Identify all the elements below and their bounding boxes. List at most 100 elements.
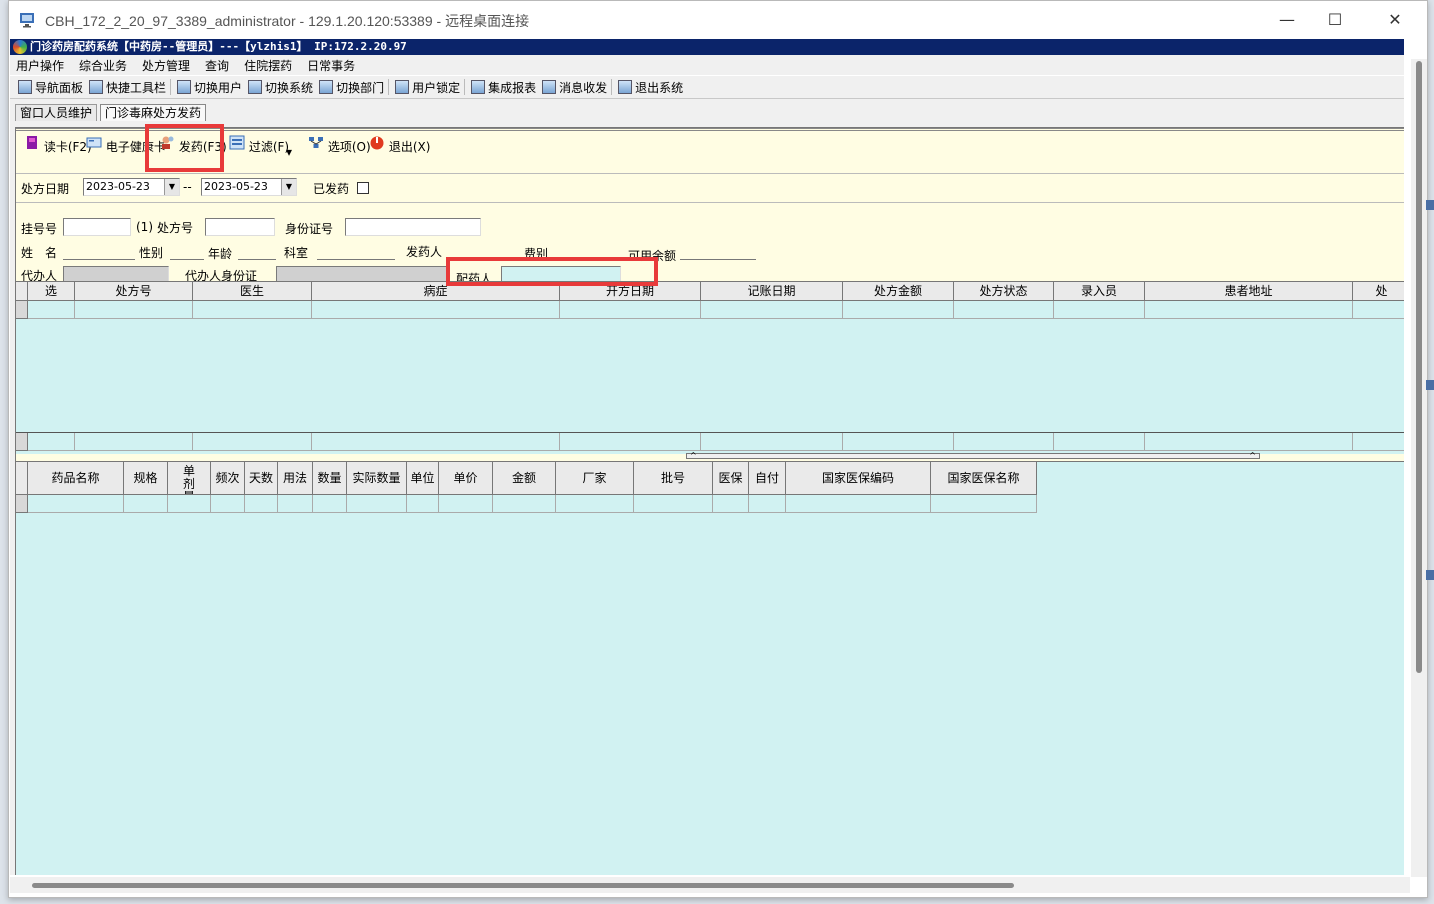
date-from-picker[interactable]: 2023-05-23 ▼ bbox=[83, 178, 180, 196]
menu-inpatient[interactable]: 住院摆药 bbox=[244, 57, 292, 74]
table-cell[interactable] bbox=[786, 495, 931, 513]
col-patient-address[interactable]: 患者地址 bbox=[1145, 282, 1353, 301]
id-no-input[interactable] bbox=[345, 218, 481, 236]
toolbar-shortcut-tools[interactable]: 快捷工具栏 bbox=[89, 79, 172, 96]
rx-no-input[interactable] bbox=[205, 218, 275, 236]
table-cell[interactable] bbox=[843, 301, 954, 319]
table-cell[interactable] bbox=[439, 495, 493, 513]
menu-integrated[interactable]: 综合业务 bbox=[79, 57, 127, 74]
menu-query[interactable]: 查询 bbox=[205, 57, 229, 74]
sex-field[interactable] bbox=[170, 242, 204, 260]
toolbar-exit-system[interactable]: 退出系统 bbox=[618, 79, 683, 96]
date-to-picker[interactable]: 2023-05-23 ▼ bbox=[201, 178, 297, 196]
col-self-pay[interactable]: 自付 bbox=[749, 462, 786, 495]
col-actual-quantity[interactable]: 实际数量 bbox=[347, 462, 407, 495]
table-cell[interactable] bbox=[634, 495, 713, 513]
col-select[interactable]: 选 bbox=[28, 282, 75, 301]
remote-desktop-icon bbox=[20, 13, 34, 28]
table-cell[interactable] bbox=[278, 495, 313, 513]
table-cell[interactable] bbox=[931, 495, 1037, 513]
col-quantity[interactable]: 数量 bbox=[313, 462, 347, 495]
dispensed-checkbox[interactable] bbox=[357, 182, 369, 194]
age-field[interactable] bbox=[238, 242, 276, 260]
col-more[interactable]: 处 bbox=[1353, 282, 1404, 301]
read-card-button[interactable]: 读卡(F2) bbox=[24, 135, 92, 155]
row-header[interactable] bbox=[16, 301, 28, 319]
col-unit-price[interactable]: 单价 bbox=[439, 462, 493, 495]
table-cell[interactable] bbox=[954, 301, 1054, 319]
col-days[interactable]: 天数 bbox=[245, 462, 278, 495]
minimize-button[interactable]: — bbox=[1267, 7, 1307, 33]
col-spec[interactable]: 规格 bbox=[124, 462, 168, 495]
col-amount[interactable]: 金额 bbox=[493, 462, 556, 495]
filter-dropdown-arrow[interactable]: ▾ bbox=[286, 145, 292, 159]
table-cell[interactable] bbox=[75, 301, 193, 319]
col-account-date[interactable]: 记账日期 bbox=[701, 282, 843, 301]
table-cell[interactable] bbox=[211, 495, 245, 513]
col-entry-clerk[interactable]: 录入员 bbox=[1054, 282, 1145, 301]
table-cell[interactable] bbox=[193, 301, 312, 319]
table-cell[interactable] bbox=[1145, 301, 1353, 319]
dept-field[interactable] bbox=[317, 242, 395, 260]
table-cell[interactable] bbox=[168, 495, 211, 513]
chevron-down-icon[interactable]: ▼ bbox=[164, 179, 179, 195]
close-button[interactable]: ✕ bbox=[1375, 7, 1415, 33]
table-cell[interactable] bbox=[313, 495, 347, 513]
toolbar-navigation-panel[interactable]: 导航面板 bbox=[18, 79, 83, 96]
reg-no-input[interactable] bbox=[63, 218, 131, 236]
col-drug-name[interactable]: 药品名称 bbox=[28, 462, 124, 495]
filter-button[interactable]: 过滤(F) bbox=[229, 135, 289, 155]
col-batch-no[interactable]: 批号 bbox=[634, 462, 713, 495]
col-rx-no[interactable]: 处方号 bbox=[75, 282, 193, 301]
table-cell[interactable] bbox=[312, 301, 560, 319]
table-cell[interactable] bbox=[493, 495, 556, 513]
toolbar-switch-department[interactable]: 切换部门 bbox=[319, 79, 390, 96]
name-field[interactable] bbox=[63, 242, 135, 260]
table-cell[interactable] bbox=[749, 495, 786, 513]
options-button[interactable]: 选项(O) bbox=[308, 135, 371, 155]
tab-narcotic-dispense[interactable]: 门诊毒麻处方发药 bbox=[100, 104, 207, 121]
table-cell[interactable] bbox=[560, 301, 701, 319]
table-cell[interactable] bbox=[28, 495, 124, 513]
chevron-down-icon[interactable]: ▼ bbox=[281, 179, 296, 195]
col-rx-status[interactable]: 处方状态 bbox=[954, 282, 1054, 301]
balance-field[interactable] bbox=[680, 242, 756, 260]
table-cell[interactable] bbox=[556, 495, 634, 513]
table-cell[interactable] bbox=[245, 495, 278, 513]
vertical-scrollbar[interactable] bbox=[1411, 59, 1427, 877]
scrollbar-thumb[interactable] bbox=[1416, 61, 1422, 673]
table-cell[interactable] bbox=[347, 495, 407, 513]
col-national-code[interactable]: 国家医保编码 bbox=[786, 462, 931, 495]
col-rx-amount[interactable]: 处方金额 bbox=[843, 282, 954, 301]
toolbar-switch-system[interactable]: 切换系统 bbox=[248, 79, 313, 96]
row-header[interactable] bbox=[16, 495, 28, 513]
toolbar-message[interactable]: 消息收发 bbox=[542, 79, 613, 96]
col-single-dose[interactable]: 单剂量 bbox=[168, 462, 211, 495]
menu-daily[interactable]: 日常事务 bbox=[307, 57, 355, 74]
table-cell[interactable] bbox=[701, 301, 843, 319]
col-usage[interactable]: 用法 bbox=[278, 462, 313, 495]
toolbar-user-lock[interactable]: 用户锁定 bbox=[395, 79, 466, 96]
table-cell[interactable] bbox=[1054, 301, 1145, 319]
table-cell[interactable] bbox=[124, 495, 168, 513]
col-national-name[interactable]: 国家医保名称 bbox=[931, 462, 1037, 495]
table-cell[interactable] bbox=[1353, 301, 1404, 319]
tab-window-staff[interactable]: 窗口人员维护 bbox=[15, 104, 98, 121]
col-doctor[interactable]: 医生 bbox=[193, 282, 312, 301]
scrollbar-thumb[interactable] bbox=[32, 883, 1014, 888]
col-insurance[interactable]: 医保 bbox=[713, 462, 749, 495]
toolbar-switch-user[interactable]: 切换用户 bbox=[177, 79, 242, 96]
col-frequency[interactable]: 频次 bbox=[211, 462, 245, 495]
menu-prescription[interactable]: 处方管理 bbox=[142, 57, 190, 74]
table-cell[interactable] bbox=[713, 495, 749, 513]
col-manufacturer[interactable]: 厂家 bbox=[556, 462, 634, 495]
grid-splitter[interactable]: ^ ^ bbox=[686, 452, 1260, 460]
table-cell[interactable] bbox=[407, 495, 439, 513]
maximize-button[interactable]: ☐ bbox=[1315, 7, 1355, 33]
toolbar-report[interactable]: 集成报表 bbox=[471, 79, 536, 96]
table-cell[interactable] bbox=[28, 301, 75, 319]
horizontal-scrollbar[interactable] bbox=[10, 877, 1410, 893]
exit-button[interactable]: 退出(X) bbox=[369, 135, 430, 155]
col-unit[interactable]: 单位 bbox=[407, 462, 439, 495]
menu-user-ops[interactable]: 用户操作 bbox=[16, 57, 64, 74]
